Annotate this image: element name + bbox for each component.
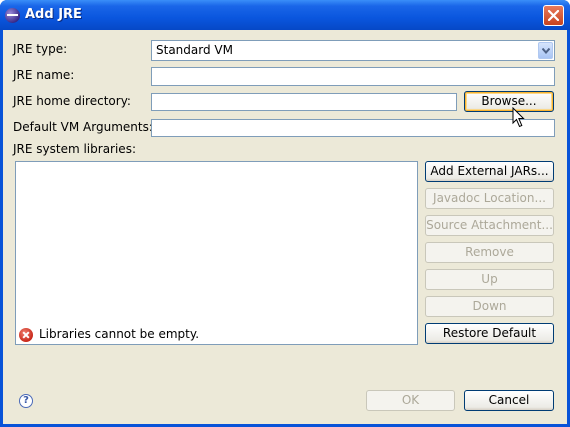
dropdown-button[interactable] (538, 42, 553, 59)
chevron-down-icon (542, 48, 550, 54)
dialog-body: JRE type: Standard VM JRE name: JRE home… (3, 30, 567, 424)
source-attachment-button[interactable]: Source Attachment... (425, 215, 554, 236)
jre-home-directory-label: JRE home directory: (13, 94, 131, 108)
eclipse-app-icon (5, 8, 20, 23)
jre-type-select[interactable]: Standard VM (151, 40, 555, 61)
jre-type-label: JRE type: (13, 42, 68, 56)
help-icon[interactable]: ? (19, 394, 33, 408)
remove-button[interactable]: Remove (425, 242, 554, 263)
browse-button[interactable]: Browse... (464, 91, 554, 112)
close-icon (548, 10, 559, 21)
add-external-jars-button[interactable]: Add External JARs... (425, 161, 554, 182)
javadoc-location-button[interactable]: Javadoc Location... (425, 188, 554, 209)
down-button[interactable]: Down (425, 296, 554, 317)
ok-button[interactable]: OK (366, 390, 455, 411)
mouse-pointer-icon (512, 107, 525, 128)
jre-name-field[interactable] (151, 67, 555, 86)
title-bar[interactable]: Add JRE (0, 0, 570, 30)
default-vm-arguments-field[interactable] (151, 119, 555, 137)
close-button[interactable] (543, 5, 564, 26)
error-icon (19, 328, 33, 342)
error-message: Libraries cannot be empty. (39, 327, 200, 341)
restore-default-button[interactable]: Restore Default (425, 323, 554, 344)
window-title: Add JRE (25, 7, 82, 22)
jre-type-value: Standard VM (156, 43, 233, 57)
jre-system-libraries-label: JRE system libraries: (13, 142, 136, 156)
cancel-button[interactable]: Cancel (464, 390, 554, 411)
up-button[interactable]: Up (425, 269, 554, 290)
add-jre-dialog: Add JRE JRE type: Standard VM JRE name: … (0, 0, 570, 427)
jre-name-label: JRE name: (13, 68, 75, 82)
jre-home-directory-field[interactable] (151, 93, 457, 111)
default-vm-arguments-label: Default VM Arguments: (13, 120, 153, 134)
jre-system-libraries-list[interactable] (15, 161, 418, 345)
